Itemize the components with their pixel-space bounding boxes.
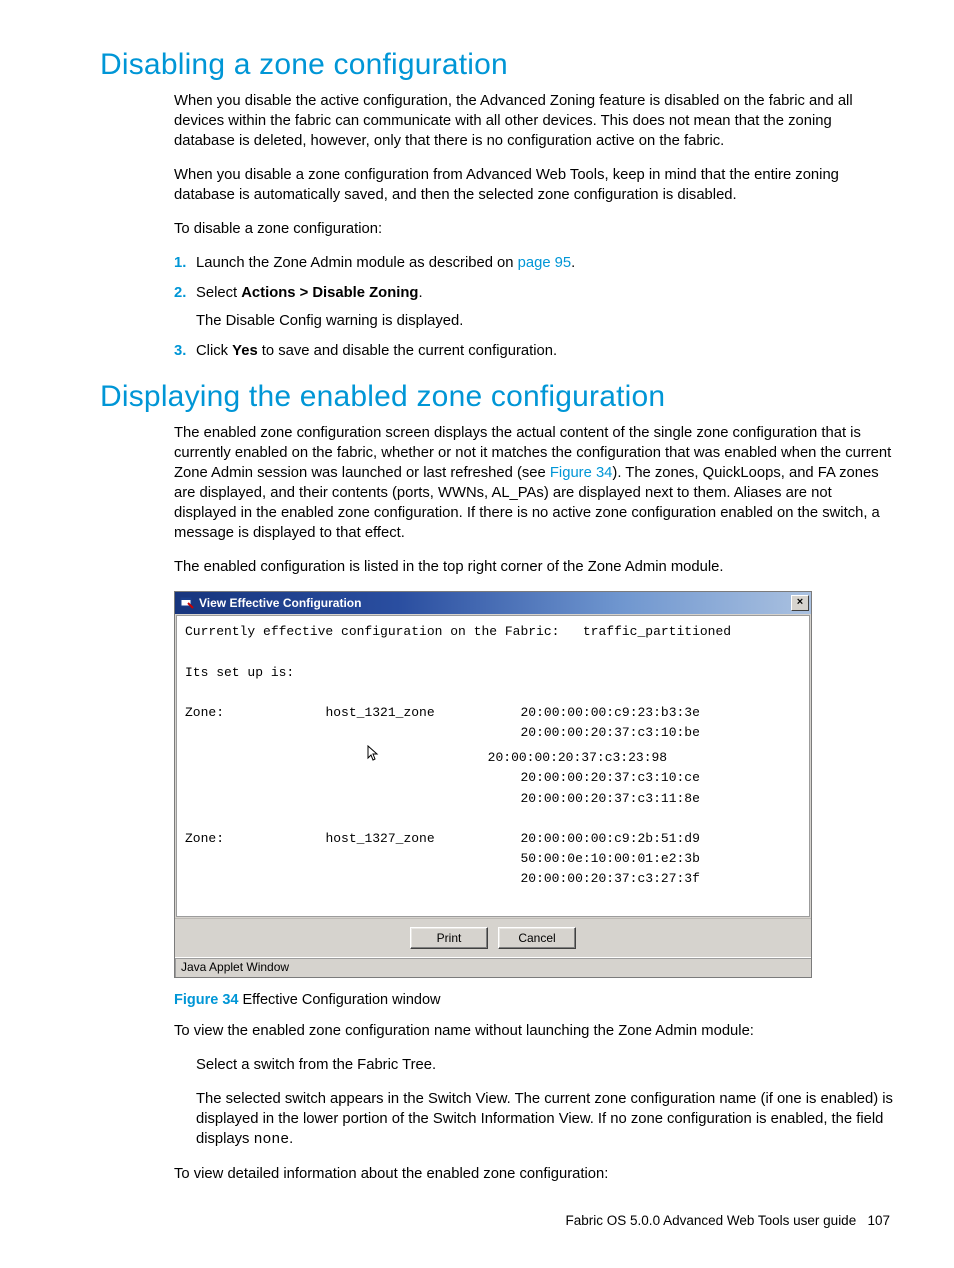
- zone-label: Zone:: [185, 831, 224, 846]
- step-2: 2. Select Actions > Disable Zoning. The …: [174, 284, 894, 332]
- steps-list: 1. Launch the Zone Admin module as descr…: [174, 254, 894, 362]
- step-text: Launch the Zone Admin module as describe…: [196, 255, 518, 271]
- window-icon: [179, 595, 195, 611]
- para: When you disable the active configuratio…: [174, 92, 894, 152]
- config-line: Its set up is:: [185, 665, 294, 680]
- titlebar: View Effective Configuration ×: [175, 592, 811, 614]
- zone-label: Zone:: [185, 705, 224, 720]
- figure-caption: Figure 34 Effective Configuration window: [174, 992, 894, 1008]
- para: Select a switch from the Fabric Tree.: [196, 1056, 894, 1076]
- link-page-95[interactable]: page 95: [518, 255, 572, 271]
- zone-member: 20:00:00:20:37:c3:23:98: [488, 750, 667, 765]
- step-text: .: [418, 285, 422, 301]
- step-bold: Yes: [232, 343, 258, 359]
- print-button[interactable]: Print: [410, 927, 488, 949]
- figure-label: Figure 34: [174, 992, 238, 1008]
- zone-member: 20:00:00:20:37:c3:10:be: [520, 725, 699, 740]
- para: When you disable a zone configuration fr…: [174, 166, 894, 206]
- step-number: 2.: [174, 284, 186, 304]
- button-row: Print Cancel: [175, 918, 811, 957]
- step-number: 3.: [174, 342, 186, 362]
- para: The selected switch appears in the Switc…: [196, 1090, 894, 1151]
- statusbar: Java Applet Window: [175, 957, 811, 977]
- cursor-icon: [367, 745, 381, 770]
- para-text: .: [289, 1131, 293, 1147]
- config-line: Currently effective configuration on the…: [185, 624, 731, 639]
- zone-member: 20:00:00:20:37:c3:11:8e: [520, 791, 699, 806]
- para: To view the enabled zone configuration n…: [174, 1022, 894, 1042]
- step-text: Click: [196, 343, 232, 359]
- zone-member: 50:00:0e:10:00:01:e2:3b: [520, 851, 699, 866]
- step-text: .: [571, 255, 575, 271]
- page-footer: Fabric OS 5.0.0 Advanced Web Tools user …: [100, 1213, 894, 1228]
- figure-text: Effective Configuration window: [238, 992, 440, 1008]
- step-number: 1.: [174, 254, 186, 274]
- heading-displaying-enabled: Displaying the enabled zone configuratio…: [100, 380, 894, 414]
- para-text: The selected switch appears in the Switc…: [196, 1091, 893, 1147]
- para: To view detailed information about the e…: [174, 1165, 894, 1185]
- step-text: to save and disable the current configur…: [258, 343, 557, 359]
- page-number: 107: [867, 1213, 890, 1228]
- zone-member: 20:00:00:20:37:c3:10:ce: [520, 770, 699, 785]
- para: The enabled configuration is listed in t…: [174, 558, 894, 578]
- zone-member: 20:00:00:20:37:c3:27:3f: [520, 871, 699, 886]
- effective-config-window: View Effective Configuration × Currently…: [174, 591, 812, 978]
- step-3: 3. Click Yes to save and disable the cur…: [174, 342, 894, 362]
- cancel-button[interactable]: Cancel: [498, 927, 576, 949]
- zone-member: 20:00:00:00:c9:2b:51:d9: [520, 831, 699, 846]
- footer-text: Fabric OS 5.0.0 Advanced Web Tools user …: [566, 1213, 857, 1228]
- close-button[interactable]: ×: [791, 595, 809, 611]
- link-figure-34[interactable]: Figure 34: [550, 465, 613, 481]
- step-sub: The Disable Config warning is displayed.: [196, 312, 894, 332]
- zone-name: host_1327_zone: [325, 831, 434, 846]
- step-1: 1. Launch the Zone Admin module as descr…: [174, 254, 894, 274]
- window-title: View Effective Configuration: [199, 596, 361, 610]
- para: The enabled zone configuration screen di…: [174, 424, 894, 544]
- para: To disable a zone configuration:: [174, 220, 894, 240]
- zone-name: host_1321_zone: [325, 705, 434, 720]
- zone-member: 20:00:00:00:c9:23:b3:3e: [520, 705, 699, 720]
- window-body: Currently effective configuration on the…: [176, 615, 810, 917]
- step-bold: Actions > Disable Zoning: [241, 285, 418, 301]
- mono-text: none: [254, 1132, 290, 1148]
- step-text: Select: [196, 285, 241, 301]
- heading-disabling-zone: Disabling a zone configuration: [100, 48, 894, 82]
